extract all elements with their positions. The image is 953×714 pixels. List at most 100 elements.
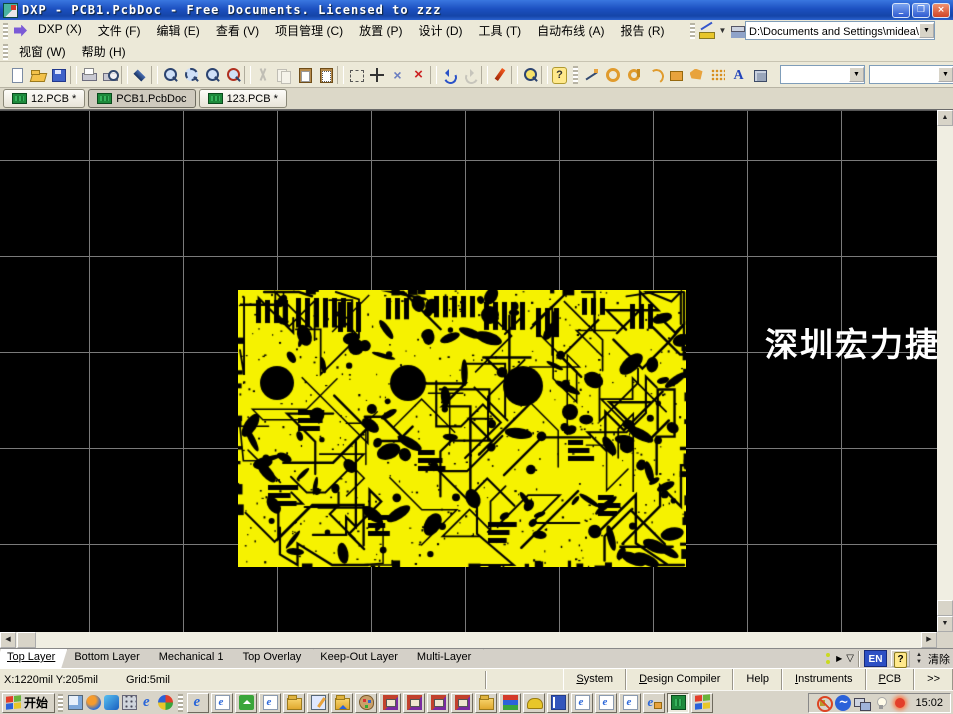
clear-filter-button[interactable]: [408, 64, 429, 85]
ie-doc-5-button[interactable]: [619, 693, 641, 713]
zoom-document-button[interactable]: [159, 64, 180, 85]
play-icon[interactable]: ▶: [836, 654, 842, 663]
menu-reports[interactable]: 报告 (R): [613, 20, 673, 41]
save-document-button[interactable]: [48, 64, 69, 85]
audio-utility-icon[interactable]: [835, 695, 851, 711]
help-button[interactable]: [549, 64, 570, 85]
ie-doc-4-button[interactable]: [595, 693, 617, 713]
paint-button[interactable]: [355, 693, 377, 713]
menu-file[interactable]: 文件 (F): [90, 20, 149, 41]
folder-window-2-button[interactable]: [475, 693, 497, 713]
panel-instruments[interactable]: Instruments: [782, 669, 865, 690]
ie-doc-3-button[interactable]: [571, 693, 593, 713]
scroll-up-icon[interactable]: ▲: [937, 110, 953, 126]
picture-viewer-1-button[interactable]: [379, 693, 401, 713]
menu-place[interactable]: 放置 (P): [351, 20, 410, 41]
menu-view[interactable]: 查看 (V): [208, 20, 267, 41]
close-button[interactable]: ×: [932, 3, 950, 18]
toolbar-item[interactable]: [337, 66, 344, 84]
layer-tab-mechanical-1[interactable]: Mechanical 1: [147, 649, 236, 668]
place-array-button[interactable]: [707, 64, 728, 85]
language-options-icon[interactable]: ▲▼: [914, 652, 924, 666]
toolbar-item[interactable]: [541, 66, 548, 84]
cut-button[interactable]: [252, 64, 273, 85]
picture-viewer-2-button[interactable]: [403, 693, 425, 713]
menu-tools[interactable]: 工具 (T): [471, 20, 530, 41]
layer-tab-top-layer[interactable]: Top Layer: [0, 649, 67, 668]
internet-explorer-icon[interactable]: [140, 695, 155, 710]
toolbar-item[interactable]: [511, 66, 518, 84]
select-area-button[interactable]: [345, 64, 366, 85]
mask-level-icon[interactable]: [824, 652, 832, 666]
path-combo-arrow-icon[interactable]: ▼: [919, 23, 934, 38]
toolbar-combo-2[interactable]: ▼: [869, 65, 953, 84]
tool-app-button[interactable]: [523, 693, 545, 713]
paste-array-button[interactable]: [315, 64, 336, 85]
bulb-utility-icon[interactable]: [873, 695, 889, 711]
paste-button[interactable]: [294, 64, 315, 85]
place-pad-button[interactable]: [602, 64, 623, 85]
layer-tab-keep-out-layer[interactable]: Keep-Out Layer: [308, 649, 410, 668]
panel-help[interactable]: Help: [733, 669, 782, 690]
language-badge[interactable]: EN: [864, 650, 887, 667]
menu-window[interactable]: 视窗 (W): [11, 41, 74, 62]
doc-tab-pcb1-pcbdoc[interactable]: PCB1.PcbDoc: [88, 89, 195, 108]
path-combo[interactable]: D:\Documents and Settings\midea\桌面 ▼: [745, 21, 935, 40]
doc-tab-123-pcb[interactable]: 123.PCB *: [199, 89, 287, 108]
move-selection-button[interactable]: [366, 64, 387, 85]
download-manager-button[interactable]: [235, 693, 257, 713]
panel-design-compiler[interactable]: Design Compiler: [626, 669, 733, 690]
copy-button[interactable]: [273, 64, 294, 85]
combo-arrow-icon[interactable]: ▼: [938, 67, 953, 82]
undo-button[interactable]: [438, 64, 459, 85]
menu-dxp[interactable]: DXP (X): [30, 20, 90, 41]
start-button[interactable]: 开始: [2, 693, 55, 713]
layer-tab-multi-layer[interactable]: Multi-Layer: [405, 649, 483, 668]
quicklaunch-grip[interactable]: [58, 694, 63, 712]
layer-tab-top-overlay[interactable]: Top Overlay: [231, 649, 314, 668]
mini-toolbar-grip[interactable]: [690, 23, 695, 39]
colorful-app-button[interactable]: [691, 693, 713, 713]
menu-design[interactable]: 设计 (D): [411, 20, 471, 41]
panel-system[interactable]: System: [563, 669, 626, 690]
alert-utility-icon[interactable]: [892, 695, 908, 711]
panel-pcb[interactable]: PCB: [866, 669, 915, 690]
panel-more[interactable]: >>: [914, 669, 953, 690]
calculator-icon[interactable]: [122, 695, 137, 710]
combo-arrow-icon[interactable]: ▼: [849, 67, 864, 82]
msn-icon[interactable]: [158, 695, 173, 710]
print-preview-button[interactable]: [99, 64, 120, 85]
doc-tab-12-pcb[interactable]: 12.PCB *: [3, 89, 85, 108]
restore-button[interactable]: ❐: [912, 3, 930, 18]
pcb-editor-canvas[interactable]: 深圳宏力捷: [0, 110, 937, 632]
notebook-app-button[interactable]: [547, 693, 569, 713]
menu-edit[interactable]: 编辑 (E): [148, 20, 207, 41]
menu-help[interactable]: 帮助 (H): [74, 41, 134, 62]
taskbar-grip[interactable]: [178, 694, 183, 712]
books-app-button[interactable]: [499, 693, 521, 713]
redo-button[interactable]: [459, 64, 480, 85]
interactive-routing-button[interactable]: [489, 64, 510, 85]
zoom-clear-button[interactable]: [222, 64, 243, 85]
show-desktop-icon[interactable]: [68, 695, 83, 710]
toolbar-item[interactable]: [70, 66, 77, 84]
zoom-selection-button[interactable]: [201, 64, 222, 85]
menu-project[interactable]: 项目管理 (C): [267, 20, 351, 41]
horizontal-scrollbar[interactable]: ◀ ▶: [0, 632, 937, 648]
measure-dropdown-arrow[interactable]: ▼: [716, 26, 730, 35]
picture-viewer-4-button[interactable]: [451, 693, 473, 713]
open-document-button[interactable]: [27, 64, 48, 85]
scroll-down-icon[interactable]: ▼: [937, 616, 953, 632]
scroll-right-icon[interactable]: ▶: [921, 632, 937, 648]
measure-tool-icon[interactable]: [698, 22, 716, 40]
place-arc-button[interactable]: [644, 64, 665, 85]
place-component-button[interactable]: [749, 64, 770, 85]
media-player-icon[interactable]: [86, 695, 101, 710]
picture-viewer-3-button[interactable]: [427, 693, 449, 713]
menu-autoroute[interactable]: 自动布线 (A): [529, 20, 612, 41]
ie-session-button[interactable]: [643, 693, 665, 713]
folder-window-1-button[interactable]: [283, 693, 305, 713]
messenger-icon[interactable]: [104, 695, 119, 710]
new-document-button[interactable]: [6, 64, 27, 85]
ie-doc-1-button[interactable]: [211, 693, 233, 713]
